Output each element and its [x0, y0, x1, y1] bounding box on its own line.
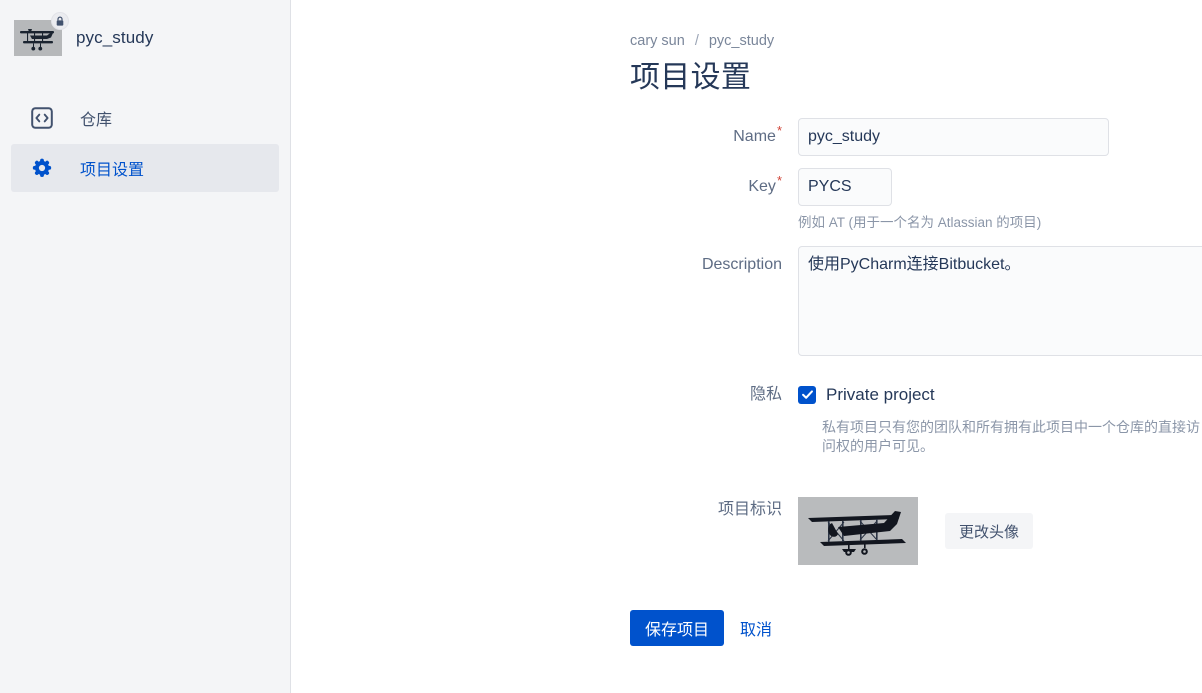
save-project-button[interactable]: 保存项目: [630, 610, 725, 647]
sidebar-project-name: pyc_study: [76, 28, 154, 47]
sidebar-nav: 仓库 项目设置: [0, 94, 290, 192]
project-settings-form: Name* Key* 例如 AT (用于一个名为 Atlassian 的项目): [291, 118, 1202, 566]
name-field-body: [798, 118, 1202, 156]
logo-field-body: 更改头像: [798, 497, 1202, 566]
private-project-check-line: Private project: [798, 384, 1202, 406]
field-row-name: Name*: [291, 118, 1202, 156]
breadcrumb-project[interactable]: pyc_study: [709, 33, 774, 49]
private-project-checkbox[interactable]: [798, 385, 816, 404]
key-label-text: Key: [748, 178, 776, 195]
private-project-label: Private project: [826, 384, 935, 404]
breadcrumb-owner[interactable]: cary sun: [630, 33, 685, 49]
privacy-hint: 私有项目只有您的团队和所有拥有此项目中一个仓库的直接访问权的用户可见。: [822, 418, 1200, 455]
description-textarea[interactable]: [798, 245, 1202, 356]
change-avatar-button[interactable]: 更改头像: [945, 513, 1034, 550]
key-label: Key*: [291, 168, 798, 206]
main-content: cary sun / pyc_study 项目设置 Name* Key*: [291, 0, 1202, 693]
lock-badge: [51, 12, 69, 30]
description-label: Description: [291, 246, 798, 284]
field-row-description: Description: [291, 245, 1202, 361]
description-wrap: [798, 245, 1202, 361]
field-row-key: Key* 例如 AT (用于一个名为 Atlassian 的项目): [291, 168, 1202, 233]
project-avatar-image: [798, 497, 918, 566]
sidebar-item-project-settings-label: 项目设置: [80, 162, 145, 179]
field-row-privacy: 隐私 Private project 私有项目只有您的团队和所有拥有此项目中一个…: [291, 384, 1202, 457]
key-hint: 例如 AT (用于一个名为 Atlassian 的项目): [798, 215, 1042, 230]
breadcrumb: cary sun / pyc_study: [630, 30, 1202, 52]
project-logo: [14, 12, 69, 56]
project-settings-page: pyc_study 仓库 项目设置 cary sun / pyc_study 项…: [0, 0, 1202, 693]
key-input[interactable]: [798, 168, 892, 206]
privacy-label: 隐私: [291, 384, 798, 406]
description-field-body: [798, 245, 1202, 361]
sidebar-item-repositories-label: 仓库: [80, 112, 113, 129]
name-input[interactable]: [798, 118, 1109, 156]
sidebar: pyc_study 仓库 项目设置: [0, 0, 291, 693]
key-required-marker: *: [776, 172, 782, 188]
avatar-area: 更改头像: [798, 497, 1202, 566]
privacy-field-body: Private project 私有项目只有您的团队和所有拥有此项目中一个仓库的…: [798, 384, 1202, 457]
name-label: Name*: [291, 118, 798, 156]
lock-icon: [56, 16, 64, 26]
page-title: 项目设置: [630, 61, 752, 94]
field-row-logo: 项目标识 更改头像: [291, 497, 1202, 566]
form-actions: 保存项目 取消: [630, 610, 1202, 647]
key-field-body: 例如 AT (用于一个名为 Atlassian 的项目): [798, 168, 1202, 233]
sidebar-item-project-settings[interactable]: 项目设置: [11, 144, 279, 192]
name-required-marker: *: [776, 122, 782, 138]
check-icon: [801, 390, 813, 400]
logo-label: 项目标识: [291, 497, 798, 523]
sidebar-project-header[interactable]: pyc_study: [0, 0, 290, 58]
description-label-text: Description: [701, 255, 782, 273]
name-label-text: Name: [733, 128, 776, 145]
logo-label-text: 项目标识: [717, 501, 782, 519]
cancel-link[interactable]: 取消: [740, 616, 772, 640]
sidebar-item-repositories[interactable]: 仓库: [11, 94, 279, 142]
privacy-label-text: 隐私: [749, 385, 782, 403]
breadcrumb-separator: /: [694, 33, 699, 49]
gear-icon: [30, 156, 54, 180]
code-brackets-icon: [30, 106, 54, 130]
